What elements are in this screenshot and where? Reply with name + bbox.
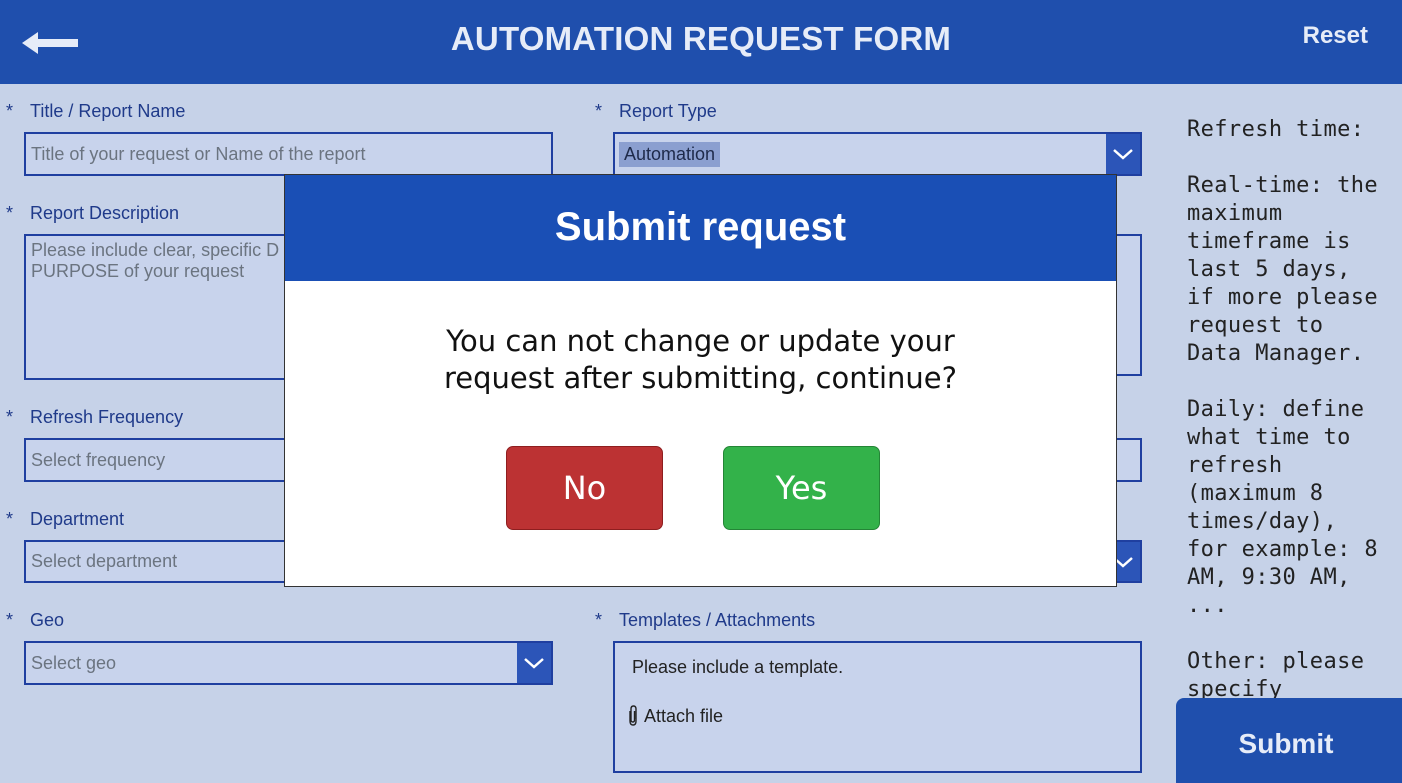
department-placeholder: Select department (31, 551, 178, 571)
paperclip-icon (626, 705, 640, 727)
submit-button[interactable]: Submit (1176, 698, 1402, 783)
help-daily: Daily: define what time to refresh (maxi… (1187, 397, 1379, 618)
required-marker: * (6, 509, 14, 529)
description-placeholder-line2: PURPOSE of your request (31, 261, 245, 281)
required-marker: * (595, 610, 603, 630)
templates-hint: Please include a template. (632, 657, 844, 677)
chevron-down-icon[interactable] (517, 643, 551, 683)
department-label: Department (30, 509, 125, 529)
help-realtime: Real-time: the maximum timeframe is last… (1187, 173, 1379, 366)
help-heading: Refresh time: (1187, 117, 1365, 142)
templates-label: Templates / Attachments (619, 610, 816, 630)
required-marker: * (6, 203, 14, 223)
description-label: Report Description (30, 203, 180, 223)
yes-button[interactable]: Yes (723, 446, 880, 530)
dialog-message: You can not change or update your reques… (285, 323, 1116, 397)
dialog-message-line2: request after submitting, continue? (444, 361, 957, 395)
header-bar: AUTOMATION REQUEST FORM Reset (0, 0, 1402, 84)
report-type-dropdown[interactable]: Automation (613, 132, 1142, 176)
refresh-frequency-label: Refresh Frequency (30, 407, 184, 427)
no-button[interactable]: No (506, 446, 663, 530)
help-panel: Refresh time: Real-time: the maximum tim… (1187, 116, 1387, 760)
required-marker: * (6, 610, 14, 630)
geo-placeholder: Select geo (31, 652, 117, 673)
attach-file-label: Attach file (644, 705, 724, 726)
required-marker: * (6, 407, 14, 427)
refresh-frequency-placeholder: Select frequency (31, 449, 166, 470)
required-marker: * (6, 101, 14, 121)
title-placeholder: Title of your request or Name of the rep… (31, 143, 366, 164)
attach-file-link[interactable]: Attach file (626, 705, 723, 727)
reset-button[interactable]: Reset (1303, 22, 1368, 50)
geo-label: Geo (30, 610, 65, 630)
dialog-message-line1: You can not change or update your (446, 324, 955, 358)
title-label: Title / Report Name (30, 101, 186, 121)
page-title: AUTOMATION REQUEST FORM (450, 20, 952, 57)
chevron-down-icon[interactable] (1106, 134, 1140, 174)
dialog-title: Submit request (285, 175, 1116, 281)
title-input[interactable]: Title of your request or Name of the rep… (24, 132, 553, 176)
description-placeholder-line1: Please include clear, specific D (31, 240, 280, 260)
submit-dialog: Submit request You can not change or upd… (284, 174, 1117, 587)
required-marker: * (595, 101, 603, 121)
geo-dropdown[interactable]: Select geo (24, 641, 553, 685)
report-type-value: Automation (619, 141, 721, 167)
report-type-label: Report Type (619, 101, 717, 121)
